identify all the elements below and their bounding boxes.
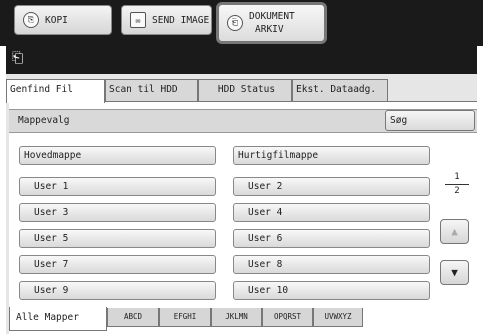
current-page: 1 — [454, 172, 460, 182]
copy-mode-button[interactable]: ⎘ KOPI — [14, 5, 112, 35]
main-folder-button[interactable]: Hovedmappe — [19, 146, 216, 165]
user-folder-button[interactable]: User 2 — [233, 177, 430, 196]
page-down-button[interactable]: ▼ — [440, 260, 469, 285]
function-tabs: Genfind Fil Scan til HDD HDD Status Ekst… — [6, 79, 477, 103]
index-tab-uvwxyz[interactable]: UVWXYZ — [313, 308, 363, 327]
copy-mode-label: KOPI — [45, 14, 68, 26]
send-image-mode-label: SEND IMAGE — [152, 14, 210, 26]
document-filing-icon: ⎗ — [227, 15, 243, 31]
user-folder-button[interactable]: User 6 — [233, 229, 430, 248]
sub-header-bar — [6, 46, 477, 74]
quick-file-folder-button[interactable]: Hurtigfilmappe — [233, 146, 430, 165]
document-filing-mode-label: DOKUMENT ARKIV — [249, 11, 295, 35]
total-pages: 2 — [454, 186, 460, 196]
user-folder-button[interactable]: User 5 — [19, 229, 216, 248]
tab-scan-to-hdd[interactable]: Scan til HDD — [105, 79, 198, 101]
index-tab-efghi[interactable]: EFGHI — [159, 308, 211, 327]
page-divider — [445, 184, 469, 185]
index-tab-all-folders[interactable]: Alle Mapper — [9, 307, 107, 331]
tab-hdd-status[interactable]: HDD Status — [198, 79, 292, 101]
copy-icon: ⎘ — [23, 12, 39, 28]
user-folder-button[interactable]: User 9 — [19, 281, 216, 300]
user-folder-button[interactable]: User 7 — [19, 255, 216, 274]
index-tab-jklmn[interactable]: JKLMN — [211, 308, 262, 327]
search-button[interactable]: Søg — [385, 110, 475, 131]
index-tab-abcd[interactable]: ABCD — [107, 308, 159, 327]
user-folder-button[interactable]: User 8 — [233, 255, 430, 274]
tab-retrieve-file[interactable]: Genfind Fil — [6, 79, 105, 103]
index-tab-opqrst[interactable]: OPQRST — [262, 308, 313, 327]
arrow-down-icon: ▼ — [451, 266, 458, 279]
user-folder-button[interactable]: User 1 — [19, 177, 216, 196]
index-tabs: Alle Mapper ABCD EFGHI JKLMN OPQRST UVWX… — [9, 307, 477, 334]
tab-external-data-access[interactable]: Ekst. Dataadg. — [292, 79, 388, 101]
arrow-up-icon: ▲ — [451, 225, 458, 238]
document-filing-mode-button[interactable]: ⎗ DOKUMENT ARKIV — [216, 2, 327, 44]
send-image-icon: ✉ — [130, 12, 146, 28]
document-filing-header-icon: ⎗ — [12, 50, 24, 66]
send-image-mode-button[interactable]: ✉ SEND IMAGE — [121, 5, 212, 35]
folder-select-label: Mappevalg — [18, 115, 70, 126]
user-folder-button[interactable]: User 10 — [233, 281, 430, 300]
page-up-button[interactable]: ▲ — [440, 219, 469, 244]
user-folder-button[interactable]: User 4 — [233, 203, 430, 222]
user-folder-button[interactable]: User 3 — [19, 203, 216, 222]
